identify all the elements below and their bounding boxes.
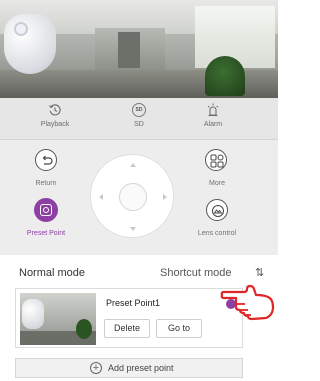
grid-icon xyxy=(210,154,224,168)
function-toolbar: Playback SD SD Alarm xyxy=(0,98,278,140)
preset-target-icon xyxy=(43,207,49,213)
return-icon xyxy=(42,155,53,165)
preset-point-label: Preset Point xyxy=(26,230,66,237)
preview-camera-object xyxy=(4,14,56,74)
preset-point-button[interactable] xyxy=(34,198,58,222)
more-button[interactable] xyxy=(205,149,227,171)
go-to-button[interactable]: Go to xyxy=(156,319,202,338)
thumb-plant xyxy=(76,319,92,339)
preset-name: Preset Point1 xyxy=(106,298,161,308)
lens-icon xyxy=(212,205,224,217)
mode-header: Normal mode Shortcut mode ⇅ xyxy=(0,262,278,284)
pan-left-arrow-icon[interactable] xyxy=(99,194,103,200)
mode-title: Normal mode xyxy=(19,267,86,279)
preview-door xyxy=(118,32,140,68)
return-label: Return xyxy=(35,180,57,187)
pan-down-arrow-icon[interactable] xyxy=(130,227,136,231)
shortcut-mode-link[interactable]: Shortcut mode xyxy=(160,267,232,279)
hand-pointer-icon xyxy=(220,284,275,321)
thumb-camera-object xyxy=(22,299,44,329)
history-icon xyxy=(49,104,61,116)
alarm-label: Alarm xyxy=(203,121,223,128)
alarm-button[interactable]: Alarm xyxy=(178,103,248,128)
preset-thumbnail[interactable] xyxy=(20,293,96,345)
joystick-knob[interactable] xyxy=(119,183,147,211)
sd-label: SD xyxy=(134,121,144,128)
add-preset-point-button[interactable]: + Add preset point xyxy=(15,358,243,378)
lens-control-button[interactable] xyxy=(206,199,228,221)
add-circle-icon: + xyxy=(90,362,102,374)
preview-plant xyxy=(205,56,245,96)
sd-button[interactable]: SD SD xyxy=(104,103,174,128)
preset-card: Preset Point1 Delete Go to xyxy=(15,288,243,348)
pan-up-arrow-icon[interactable] xyxy=(130,163,136,167)
preview-camera-lens xyxy=(14,22,28,36)
delete-button[interactable]: Delete xyxy=(104,319,150,338)
playback-button[interactable]: Playback xyxy=(20,103,90,128)
swap-icon[interactable]: ⇅ xyxy=(255,266,264,279)
playback-label: Playback xyxy=(40,121,70,128)
control-panel: Playback SD SD Alarm Return More Preset … xyxy=(0,98,278,255)
alarm-icon xyxy=(207,103,219,117)
pan-right-arrow-icon[interactable] xyxy=(163,194,167,200)
more-label: More xyxy=(209,180,225,187)
sd-card-icon: SD xyxy=(132,103,146,117)
ptz-joystick[interactable] xyxy=(90,154,174,238)
return-button[interactable] xyxy=(35,149,57,171)
lens-control-label: Lens control xyxy=(197,230,237,237)
camera-preview[interactable] xyxy=(0,0,278,98)
add-preset-point-label: Add preset point xyxy=(108,363,174,373)
